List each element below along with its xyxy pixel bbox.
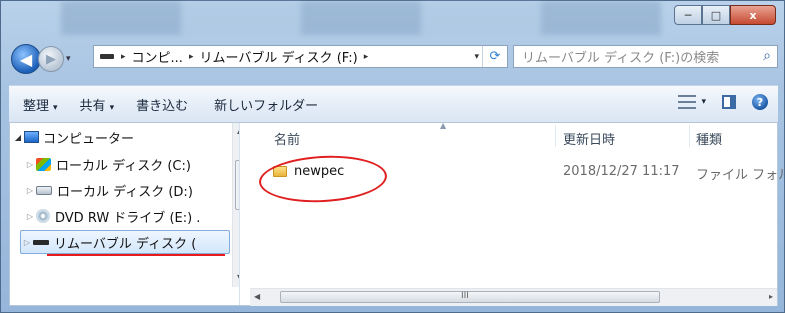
view-controls: ▾ ? [678,94,768,110]
scrollbar-thumb[interactable] [235,160,240,210]
view-icon [678,95,697,109]
tree-item-label: コンピューター [43,131,135,147]
column-header-date[interactable]: 更新日時 [563,129,615,148]
collapsed-icon[interactable]: ▷ [21,238,33,247]
content-area: ◢ コンピューター ▷ ローカル ディスク (C:) ▷ ローカル ディスク (… [9,121,785,306]
file-row[interactable]: newpec 2018/12/27 11:17 ファイル フォル [250,161,785,185]
hard-drive-icon [36,185,52,195]
tree-item-removable-disk[interactable]: ▷ リムーバブル ディスク ( [20,230,230,254]
file-name[interactable]: newpec [294,164,344,179]
help-icon[interactable]: ? [752,94,768,110]
expanded-icon[interactable]: ◢ [12,133,24,142]
caption-buttons: ─ □ x [674,5,776,27]
explorer-window: ─ □ x ◀ ▶ ▾ ▸ コンピ... ▸ リムーバブル ディスク (F:) … [0,0,785,313]
back-button[interactable]: ◀ [11,44,41,74]
close-button[interactable]: x [730,5,776,25]
nav-buttons: ◀ ▶ ▾ [11,44,71,74]
collapsed-icon[interactable]: ▷ [24,160,36,169]
tree-item-label: ローカル ディスク (D:) [57,184,193,200]
breadcrumb-separator[interactable]: ▸ [189,52,194,62]
removable-disk-icon [33,239,49,245]
change-view-button[interactable]: ▾ [678,95,706,109]
highlight-underline-annotation [47,254,225,256]
recent-pages-dropdown[interactable]: ▾ [66,54,71,64]
share-button[interactable]: 共有 ▾ [80,95,115,114]
windows-drive-icon [36,157,51,171]
column-divider[interactable] [555,125,556,147]
computer-icon [24,131,39,143]
tree-item-label: ローカル ディスク (C:) [56,158,191,174]
organize-label: 整理 [23,98,50,114]
tree-item-label: DVD RW ドライブ (E:) . [55,210,201,226]
tree-item-local-disk-d[interactable]: ▷ ローカル ディスク (D:) [24,178,193,202]
column-header-row: 名前 ▲ 更新日時 種類 [250,121,779,149]
minimize-button[interactable]: ─ [674,5,702,25]
share-label: 共有 [79,98,106,114]
chevron-down-icon: ▾ [701,97,706,107]
preview-pane-icon[interactable] [722,95,736,109]
back-arrow-icon: ◀ [19,49,33,69]
column-header-type[interactable]: 種類 [696,129,722,148]
tree-item-dvd-drive[interactable]: ▷ DVD RW ドライブ (E:) . [24,204,200,228]
breadcrumb-removable-disk[interactable]: リムーバブル ディスク (F:) [199,47,357,66]
search-placeholder: リムーバブル ディスク (F:)の検索 [522,51,720,66]
breadcrumb-computer[interactable]: コンピ... [132,47,183,66]
dvd-drive-icon [36,209,50,223]
collapsed-icon[interactable]: ▷ [24,212,36,221]
maximize-button[interactable]: □ [702,5,730,25]
forward-button[interactable]: ▶ [38,46,64,72]
scroll-up-icon[interactable]: ▲ [237,126,239,135]
search-box[interactable]: リムーバブル ディスク (F:)の検索 ⌕ [513,45,778,68]
file-type: ファイル フォル [696,168,785,183]
scrollbar-thumb[interactable]: III [280,291,660,303]
scroll-right-icon[interactable]: ▸ [769,292,773,301]
search-icon[interactable]: ⌕ [763,48,771,64]
scroll-down-icon[interactable]: ▼ [237,273,239,282]
address-dropdown-icon[interactable]: ▾ [474,52,479,62]
sort-ascending-icon: ▲ [440,121,447,130]
chevron-down-icon: ▾ [53,102,58,113]
navigation-pane: ◢ コンピューター ▷ ローカル ディスク (C:) ▷ ローカル ディスク (… [10,123,240,305]
folder-icon [273,166,287,177]
collapsed-icon[interactable]: ▷ [24,186,36,195]
aero-title-blur [61,1,661,35]
grip-icon [239,181,240,189]
tree-item-local-disk-c[interactable]: ▷ ローカル ディスク (C:) [24,152,191,176]
refresh-icon[interactable]: ⟳ [482,46,507,67]
breadcrumb-separator[interactable]: ▸ [121,52,126,62]
column-header-name[interactable]: 名前 [274,129,300,148]
navigation-pane-scrollbar[interactable]: ▲ ▼ [232,123,240,287]
breadcrumb-separator[interactable]: ▸ [364,52,369,62]
file-date: 2018/12/27 11:17 [563,164,680,179]
burn-button[interactable]: 書き込む [136,95,188,114]
column-divider[interactable] [689,125,690,147]
removable-disk-icon [100,54,114,59]
organize-button[interactable]: 整理 ▾ [23,95,58,114]
new-folder-button[interactable]: 新しいフォルダー [214,95,318,114]
forward-arrow-icon: ▶ [46,51,56,67]
chevron-down-icon: ▾ [109,102,115,113]
tree-item-computer[interactable]: ◢ コンピューター [12,125,227,149]
grip-icon: III [461,291,469,301]
command-bar: 整理 ▾ 共有 ▾ 書き込む 新しいフォルダー ▾ ? [9,85,778,123]
tree-item-label: リムーバブル ディスク ( [54,236,197,252]
address-bar[interactable]: ▸ コンピ... ▸ リムーバブル ディスク (F:) ▸ ▾ ⟳ [93,45,508,68]
scroll-left-icon[interactable]: ◀ [254,292,260,301]
horizontal-scrollbar[interactable]: ◀ III ▸ [250,288,777,306]
